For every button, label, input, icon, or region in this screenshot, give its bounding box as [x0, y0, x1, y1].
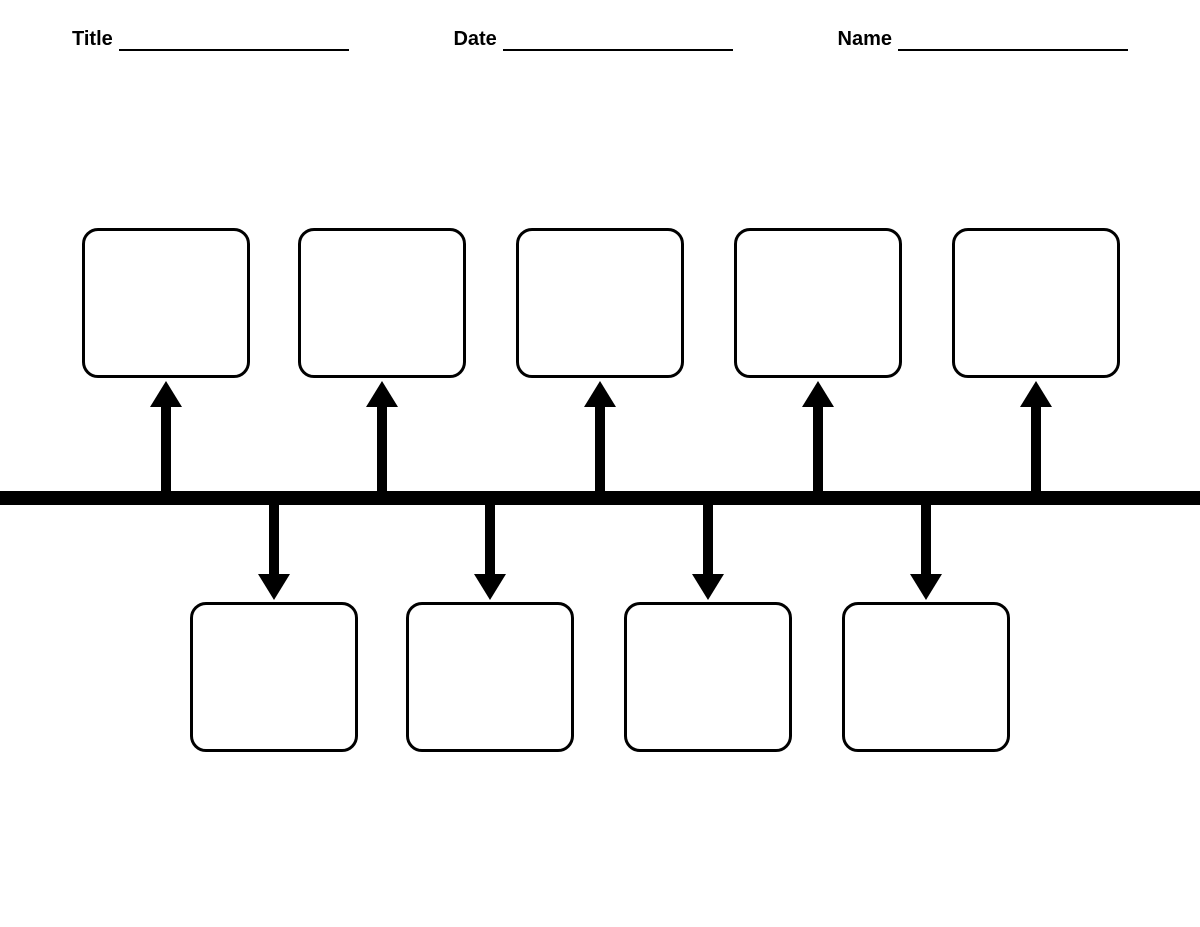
arrow-up-shaft — [1031, 407, 1041, 497]
arrow-up-icon — [584, 381, 616, 407]
arrow-up-shaft — [595, 407, 605, 497]
arrow-down-icon — [692, 574, 724, 600]
date-label: Date — [453, 28, 496, 51]
title-blank-line[interactable] — [119, 49, 349, 51]
arrow-up-shaft — [813, 407, 823, 497]
title-field[interactable]: Title — [72, 28, 349, 51]
arrow-down-icon — [910, 574, 942, 600]
name-blank-line[interactable] — [898, 49, 1128, 51]
timeline-event-box-top[interactable] — [952, 228, 1120, 378]
arrow-down-shaft — [485, 499, 495, 574]
arrow-up-icon — [150, 381, 182, 407]
timeline-event-box-bottom[interactable] — [624, 602, 792, 752]
title-label: Title — [72, 28, 113, 51]
date-blank-line[interactable] — [503, 49, 733, 51]
name-label: Name — [838, 28, 892, 51]
arrow-down-shaft — [269, 499, 279, 574]
arrow-down-shaft — [703, 499, 713, 574]
arrow-down-shaft — [921, 499, 931, 574]
timeline-event-box-top[interactable] — [516, 228, 684, 378]
arrow-up-shaft — [377, 407, 387, 497]
arrow-up-shaft — [161, 407, 171, 497]
name-field[interactable]: Name — [838, 28, 1128, 51]
arrow-up-icon — [802, 381, 834, 407]
timeline-event-box-bottom[interactable] — [190, 602, 358, 752]
arrow-down-icon — [258, 574, 290, 600]
timeline-event-box-top[interactable] — [298, 228, 466, 378]
timeline-event-box-top[interactable] — [82, 228, 250, 378]
date-field[interactable]: Date — [453, 28, 732, 51]
timeline-event-box-bottom[interactable] — [842, 602, 1010, 752]
arrow-up-icon — [1020, 381, 1052, 407]
worksheet-header: Title Date Name — [72, 28, 1128, 51]
timeline-event-box-bottom[interactable] — [406, 602, 574, 752]
arrow-down-icon — [474, 574, 506, 600]
timeline-event-box-top[interactable] — [734, 228, 902, 378]
arrow-up-icon — [366, 381, 398, 407]
